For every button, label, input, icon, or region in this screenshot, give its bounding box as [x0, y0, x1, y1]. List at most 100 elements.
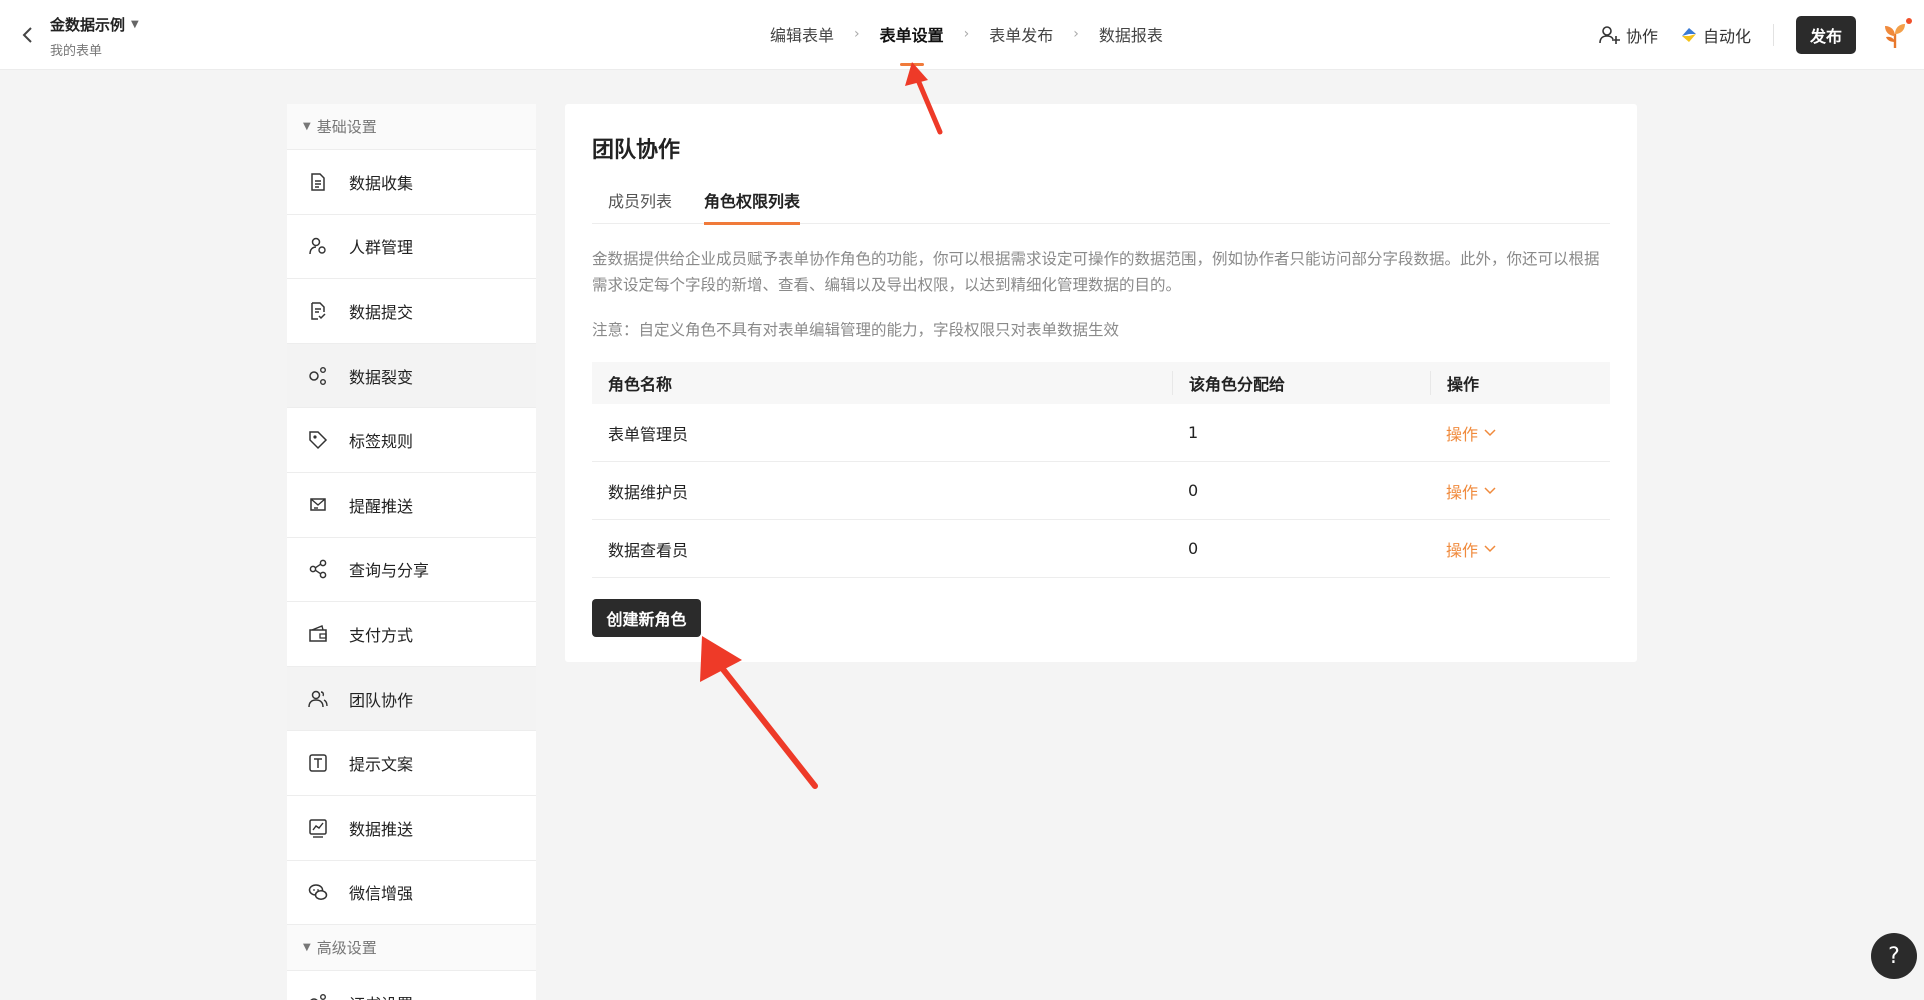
- sidebar-item-label: 查询与分享: [349, 561, 430, 581]
- role-member-count: 0: [1188, 539, 1199, 558]
- chart-push-icon: [307, 817, 329, 839]
- sidebar-item-label: 微信增强: [349, 884, 414, 904]
- divider: [1773, 24, 1774, 46]
- table-row: 数据维护员 0 操作: [592, 462, 1610, 520]
- text-icon: [307, 752, 329, 774]
- role-member-count: 1: [1188, 423, 1199, 442]
- step-edit-form[interactable]: 编辑表单: [770, 22, 834, 46]
- tab-bar: 成员列表 角色权限列表: [592, 184, 1610, 225]
- section-label: 高级设置: [316, 939, 377, 958]
- table-row: 数据查看员 0 操作: [592, 520, 1610, 578]
- actions-label: 操作: [1446, 482, 1479, 502]
- sidebar-item-wechat[interactable]: 微信增强: [287, 861, 536, 926]
- add-user-icon: [1599, 26, 1620, 44]
- sidebar-item-data-collection[interactable]: 数据收集: [287, 150, 536, 215]
- team-icon: [307, 688, 329, 710]
- note-text: 注意：自定义角色不具有对表单编辑管理的能力，字段权限只对表单数据生效: [592, 321, 1120, 339]
- step-data-report[interactable]: 数据报表: [1099, 22, 1163, 46]
- team-collab-panel: 团队协作 成员列表 角色权限列表 金数据提供给企业成员赋予表单协作角色的功能，你…: [565, 104, 1637, 662]
- sidebar-item-submission[interactable]: 数据提交: [287, 279, 536, 344]
- fission-icon: [307, 365, 329, 387]
- sidebar-item-tag-rules[interactable]: 标签规则: [287, 408, 536, 473]
- automation-icon: [1681, 28, 1696, 42]
- row-actions-dropdown[interactable]: 操作: [1446, 421, 1496, 445]
- wallet-icon: [307, 623, 329, 645]
- sidebar-item-payment[interactable]: 支付方式: [287, 602, 536, 667]
- actions-label: 操作: [1446, 424, 1479, 444]
- sidebar-item-reminders[interactable]: 提醒推送: [287, 473, 536, 538]
- document-check-icon: [307, 300, 329, 322]
- table-header: 角色名称 该角色分配给 操作: [592, 362, 1610, 404]
- role-name: 数据查看员: [608, 540, 689, 560]
- chevron-left-icon: [22, 27, 32, 43]
- sidebar-item-audience[interactable]: 人群管理: [287, 215, 536, 280]
- sidebar-item-label: 人群管理: [349, 238, 414, 258]
- notification-icon: [307, 494, 329, 516]
- table-row: 表单管理员 1 操作: [592, 404, 1610, 462]
- description-text: 金数据提供给企业成员赋予表单协作角色的功能，你可以根据需求设定可操作的数据范围，…: [592, 250, 1600, 294]
- share-icon: [307, 558, 329, 580]
- chevron-right-icon: ›: [963, 26, 970, 42]
- sidebar-item-label: 团队协作: [349, 690, 414, 710]
- row-actions-dropdown[interactable]: 操作: [1446, 479, 1496, 503]
- role-name: 表单管理员: [608, 424, 689, 444]
- sidebar-item-label: 提醒推送: [349, 496, 414, 516]
- tag-icon: [307, 429, 329, 451]
- tab-member-list[interactable]: 成员列表: [608, 184, 672, 224]
- sidebar-item-label: 支付方式: [349, 625, 414, 645]
- sidebar-item-label: 提示文案: [349, 755, 414, 775]
- notification-dot: [1906, 18, 1912, 24]
- caret-down-icon: ▼: [131, 19, 139, 30]
- document-icon: [307, 171, 329, 193]
- actions-label: 操作: [1446, 540, 1479, 560]
- collaborate-button[interactable]: 协作: [1599, 23, 1658, 47]
- back-button[interactable]: [14, 22, 40, 48]
- breadcrumb[interactable]: 我的表单: [50, 40, 102, 59]
- sidebar-item-label: 标签规则: [349, 432, 414, 452]
- step-form-settings[interactable]: 表单设置: [880, 22, 944, 66]
- avatar[interactable]: [1880, 18, 1912, 50]
- step-navigation: 编辑表单 › 表单设置 › 表单发布 › 数据报表: [770, 22, 1163, 66]
- chevron-down-icon: [1484, 544, 1496, 552]
- sidebar-item-label: 数据提交: [349, 302, 414, 322]
- help-button[interactable]: ?: [1871, 933, 1917, 979]
- column-header-role-name: 角色名称: [608, 375, 673, 394]
- sidebar-item-label: 数据推送: [349, 819, 414, 839]
- chevron-down-icon: [1484, 428, 1496, 436]
- sidebar-item-label: 证书设置: [349, 991, 413, 1000]
- people-settings-icon: [307, 235, 329, 257]
- role-table: 角色名称 该角色分配给 操作 表单管理员 1 操作 数据维护员 0 操作 数据查…: [592, 362, 1610, 578]
- row-actions-dropdown[interactable]: 操作: [1446, 537, 1496, 561]
- settings-sidebar: ▼ 基础设置 数据收集 人群管理 数据提交 数据裂变 标签规则 提醒推送 查询与…: [287, 104, 536, 1000]
- caret-down-icon: ▼: [303, 121, 311, 132]
- step-form-publish[interactable]: 表单发布: [989, 22, 1053, 46]
- certificate-icon: [307, 992, 329, 1000]
- sidebar-item-fission[interactable]: 数据裂变: [287, 343, 536, 409]
- tab-role-permissions[interactable]: 角色权限列表: [704, 184, 801, 225]
- column-header-assigned-to: 该角色分配给: [1172, 371, 1430, 395]
- caret-down-icon: ▼: [303, 942, 311, 954]
- sidebar-item-query-share[interactable]: 查询与分享: [287, 538, 536, 603]
- sidebar-item-label: 数据收集: [349, 173, 414, 193]
- form-title[interactable]: 金数据示例 ▼: [50, 14, 139, 35]
- sidebar-item-team-collab[interactable]: 团队协作: [287, 666, 536, 732]
- chevron-right-icon: ›: [854, 26, 860, 42]
- plant-logo-icon: [1885, 24, 1905, 48]
- create-role-button[interactable]: 创建新角色: [592, 599, 701, 637]
- sidebar-item-data-push[interactable]: 数据推送: [287, 796, 536, 861]
- top-bar: 金数据示例 ▼ 我的表单 编辑表单 › 表单设置 › 表单发布 › 数据报表 协…: [0, 0, 1924, 70]
- form-title-text: 金数据示例: [50, 16, 126, 34]
- section-label: 基础设置: [316, 118, 377, 136]
- chevron-down-icon: [1484, 486, 1496, 494]
- section-advanced-settings[interactable]: ▼ 高级设置: [287, 925, 536, 972]
- sidebar-item-tip-text[interactable]: 提示文案: [287, 731, 536, 796]
- chevron-right-icon: ›: [1073, 26, 1079, 42]
- automation-button[interactable]: 自动化: [1680, 23, 1751, 47]
- role-name: 数据维护员: [608, 482, 689, 502]
- role-member-count: 0: [1188, 481, 1199, 500]
- sidebar-item-certificate[interactable]: 证书设置: [287, 971, 536, 1000]
- page-title: 团队协作: [592, 138, 681, 163]
- section-basic-settings[interactable]: ▼ 基础设置: [287, 104, 536, 150]
- publish-button[interactable]: 发布: [1796, 16, 1856, 54]
- column-header-actions: 操作: [1430, 371, 1610, 395]
